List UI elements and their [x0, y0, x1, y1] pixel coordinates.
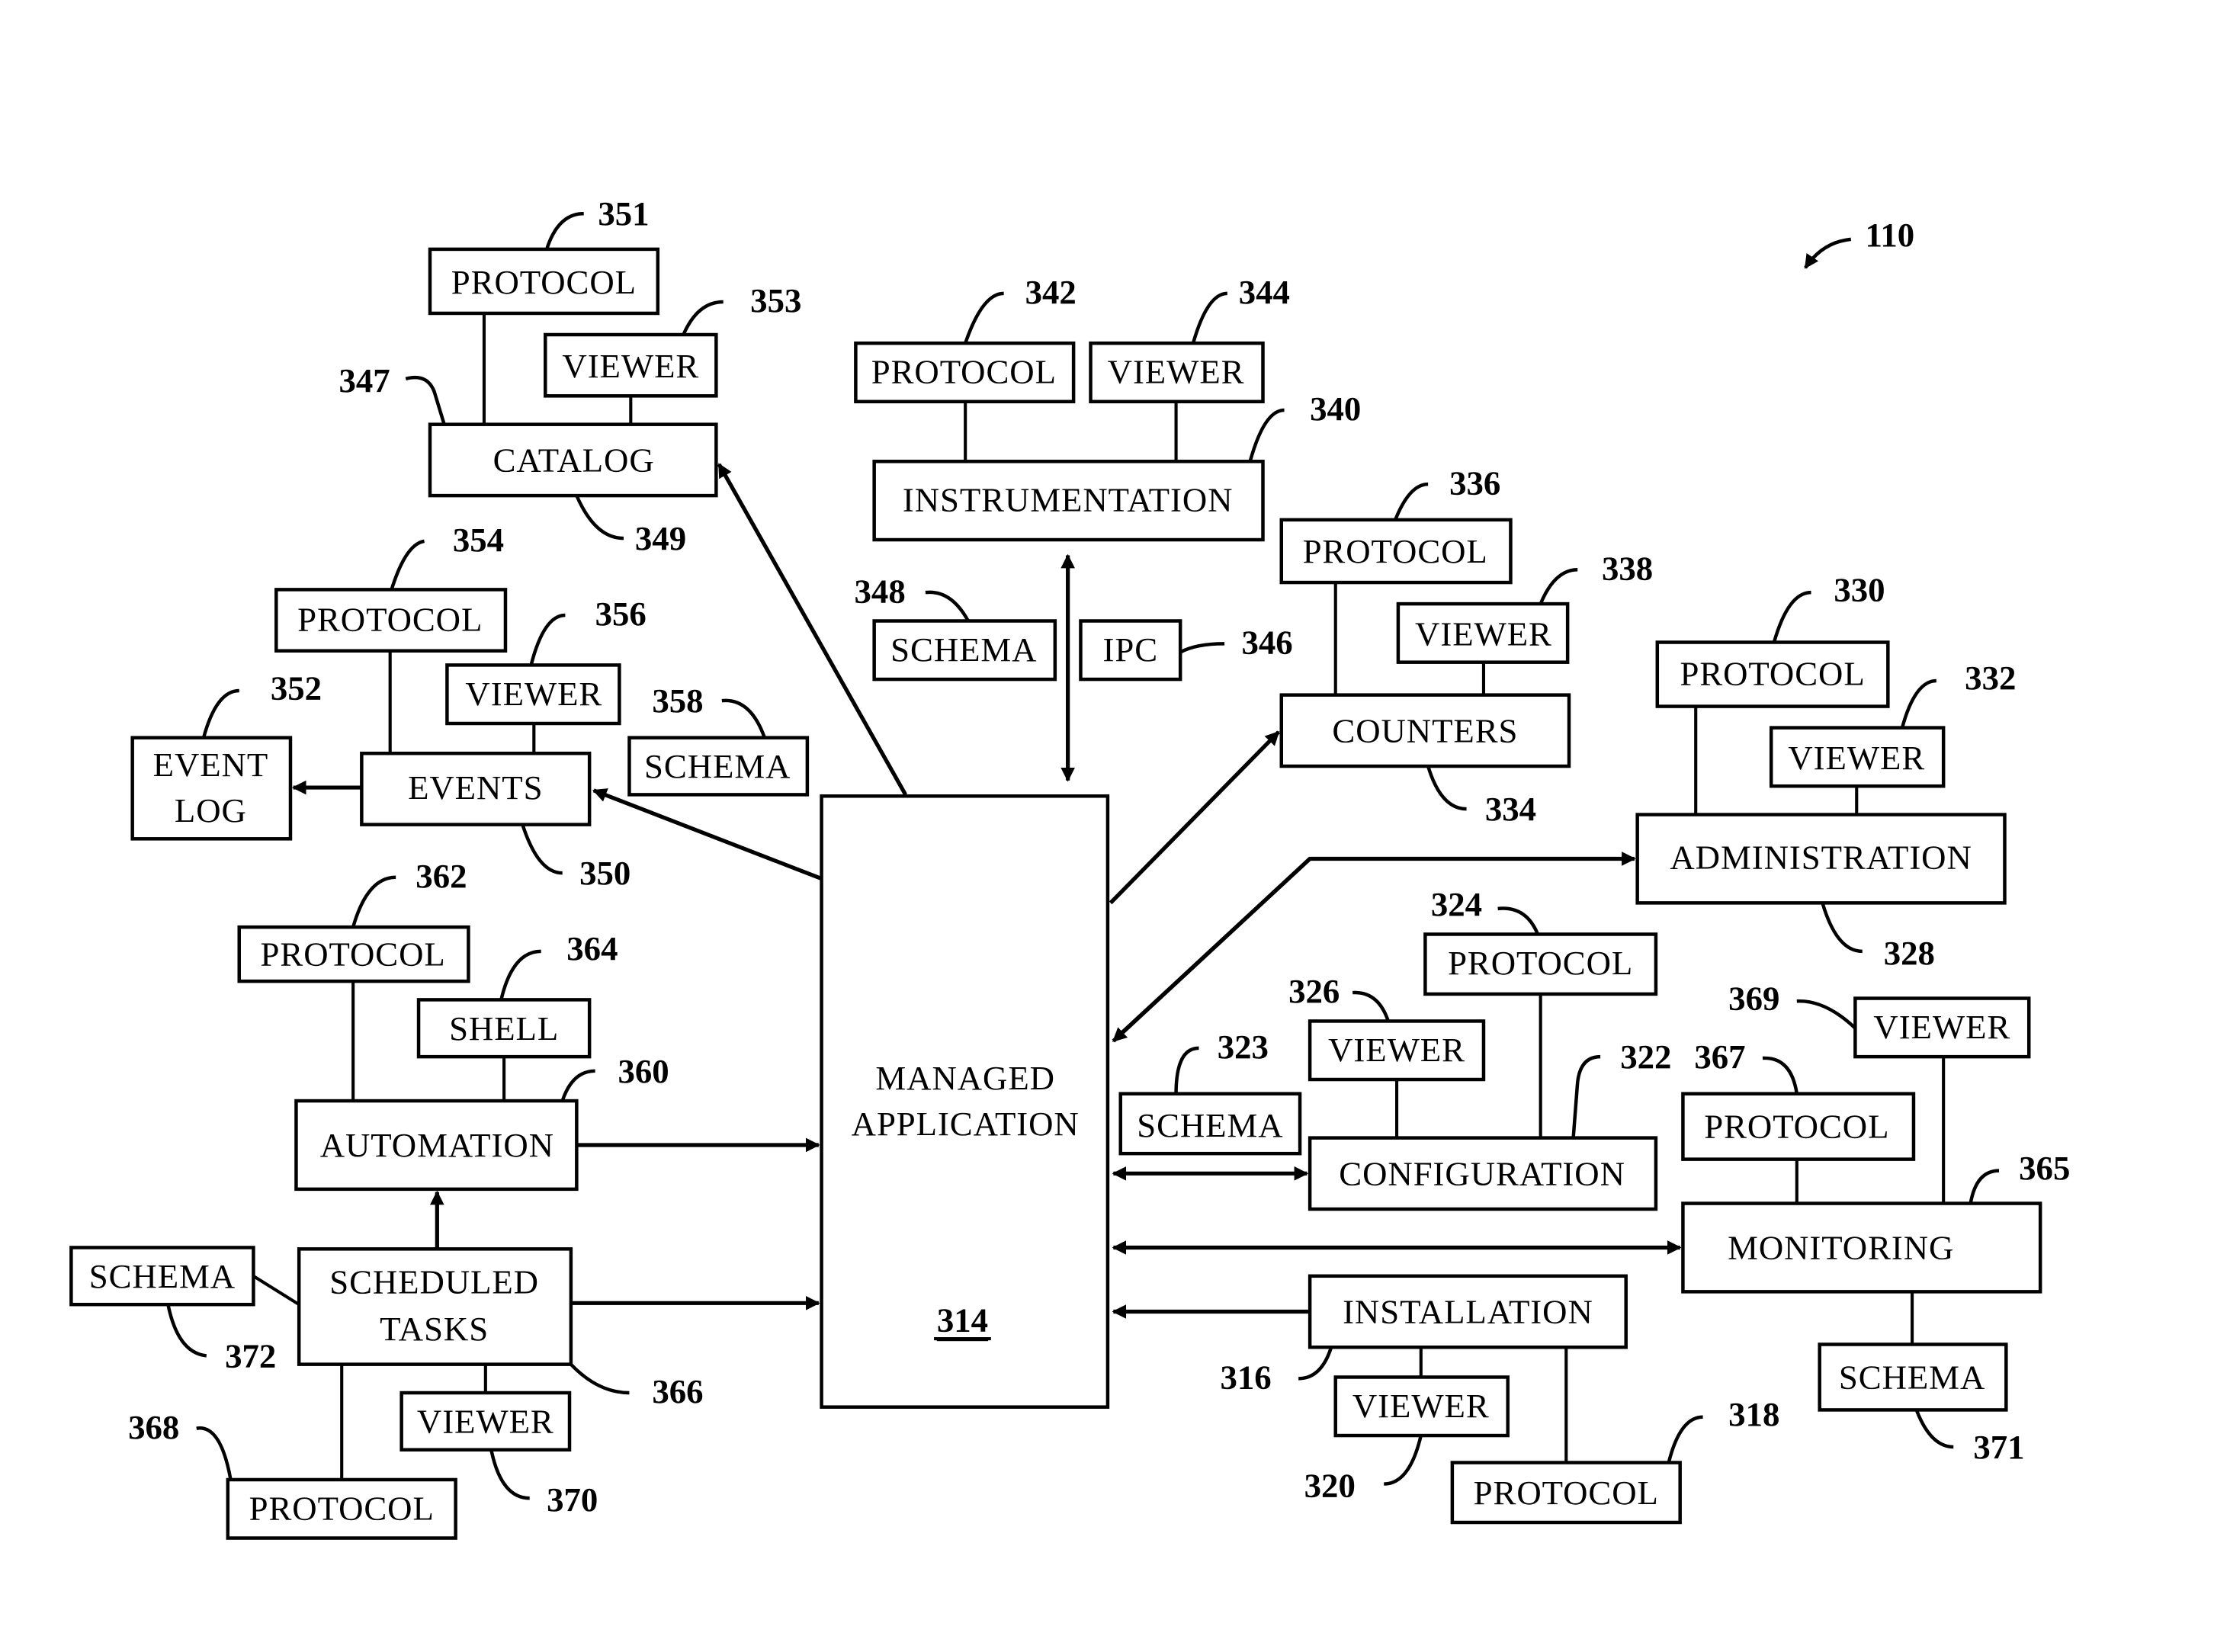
svg-text:SCHEMA: SCHEMA	[644, 747, 791, 785]
catalog-group: PROTOCOL VIEWER CATALOG 351 353 347 349	[339, 194, 801, 557]
svg-text:351: 351	[598, 194, 649, 233]
svg-text:PROTOCOL: PROTOCOL	[1704, 1108, 1889, 1146]
svg-text:338: 338	[1602, 549, 1653, 587]
svg-text:EVENT: EVENT	[153, 746, 268, 784]
svg-text:VIEWER: VIEWER	[1352, 1387, 1490, 1425]
svg-text:349: 349	[635, 519, 686, 557]
svg-text:353: 353	[750, 281, 801, 319]
svg-text:PROTOCOL: PROTOCOL	[1303, 532, 1488, 570]
svg-text:AUTOMATION: AUTOMATION	[320, 1126, 554, 1164]
svg-text:CATALOG: CATALOG	[493, 441, 655, 479]
svg-text:332: 332	[1965, 659, 2016, 697]
configuration-group: PROTOCOL VIEWER SCHEMA CONFIGURATION 324…	[1112, 885, 1671, 1211]
svg-text:PROTOCOL: PROTOCOL	[1474, 1474, 1659, 1512]
svg-text:318: 318	[1728, 1395, 1779, 1433]
svg-text:VIEWER: VIEWER	[465, 675, 602, 713]
svg-text:SHELL: SHELL	[449, 1009, 559, 1047]
svg-text:346: 346	[1241, 624, 1292, 662]
svg-text:SCHEDULED: SCHEDULED	[329, 1262, 539, 1301]
svg-text:362: 362	[416, 857, 467, 895]
svg-text:344: 344	[1239, 273, 1290, 311]
installation-group: INSTALLATION VIEWER PROTOCOL 316 320 318	[1112, 1274, 1779, 1525]
svg-text:PROTOCOL: PROTOCOL	[297, 601, 483, 639]
svg-text:TASKS: TASKS	[380, 1310, 489, 1348]
svg-text:320: 320	[1304, 1466, 1356, 1504]
managed-application-ref: 314	[937, 1301, 988, 1339]
svg-text:SCHEMA: SCHEMA	[890, 630, 1037, 669]
svg-text:INSTALLATION: INSTALLATION	[1343, 1293, 1593, 1331]
svg-text:VIEWER: VIEWER	[417, 1402, 554, 1440]
svg-text:328: 328	[1884, 934, 1935, 972]
svg-text:PROTOCOL: PROTOCOL	[249, 1489, 435, 1527]
svg-text:COUNTERS: COUNTERS	[1332, 711, 1518, 749]
svg-text:368: 368	[128, 1408, 179, 1446]
svg-text:INSTRUMENTATION: INSTRUMENTATION	[903, 481, 1234, 519]
svg-text:364: 364	[566, 929, 618, 967]
svg-text:MONITORING: MONITORING	[1728, 1228, 1954, 1266]
svg-text:369: 369	[1728, 980, 1779, 1018]
figure-reference: 110	[1804, 216, 1914, 269]
svg-text:LOG: LOG	[175, 791, 247, 829]
svg-text:365: 365	[2019, 1149, 2070, 1187]
svg-text:342: 342	[1025, 273, 1077, 311]
svg-text:316: 316	[1220, 1358, 1271, 1396]
svg-text:354: 354	[453, 521, 504, 559]
svg-text:110: 110	[1865, 216, 1914, 254]
svg-text:PROTOCOL: PROTOCOL	[1448, 944, 1633, 982]
svg-text:VIEWER: VIEWER	[1328, 1031, 1465, 1069]
svg-text:330: 330	[1834, 570, 1885, 608]
svg-text:366: 366	[652, 1372, 703, 1410]
svg-text:336: 336	[1449, 464, 1500, 502]
svg-text:VIEWER: VIEWER	[1108, 353, 1245, 391]
svg-text:360: 360	[618, 1052, 669, 1090]
events-group: PROTOCOL VIEWER SCHEMA EVENTS EVENT LOG …	[130, 521, 810, 892]
svg-text:PROTOCOL: PROTOCOL	[451, 263, 637, 301]
svg-text:EVENTS: EVENTS	[408, 768, 543, 807]
svg-text:358: 358	[652, 682, 703, 720]
svg-text:334: 334	[1485, 790, 1536, 828]
automation-group: PROTOCOL SHELL AUTOMATION 362 364 360	[237, 857, 669, 1192]
svg-text:371: 371	[1973, 1428, 2024, 1466]
svg-text:CONFIGURATION: CONFIGURATION	[1339, 1154, 1625, 1192]
svg-text:350: 350	[579, 854, 631, 892]
svg-text:SCHEMA: SCHEMA	[89, 1257, 236, 1295]
svg-text:VIEWER: VIEWER	[562, 347, 699, 385]
svg-text:326: 326	[1288, 972, 1340, 1010]
svg-text:ADMINISTRATION: ADMINISTRATION	[1670, 839, 1972, 877]
svg-text:APPLICATION: APPLICATION	[852, 1105, 1080, 1143]
svg-text:PROTOCOL: PROTOCOL	[871, 353, 1057, 391]
svg-text:VIEWER: VIEWER	[1415, 614, 1552, 653]
svg-text:322: 322	[1620, 1038, 1671, 1076]
svg-text:MANAGED: MANAGED	[875, 1059, 1055, 1097]
svg-text:340: 340	[1310, 390, 1361, 428]
svg-text:324: 324	[1431, 885, 1482, 923]
svg-text:SCHEMA: SCHEMA	[1137, 1106, 1283, 1144]
svg-text:352: 352	[271, 669, 322, 707]
svg-text:VIEWER: VIEWER	[1873, 1008, 2010, 1046]
svg-text:VIEWER: VIEWER	[1788, 739, 1925, 777]
svg-text:SCHEMA: SCHEMA	[1839, 1358, 1985, 1396]
svg-text:370: 370	[547, 1480, 598, 1519]
managed-application-block: MANAGED APPLICATION 314	[820, 794, 1110, 1409]
svg-text:347: 347	[339, 361, 390, 399]
svg-text:356: 356	[595, 595, 647, 633]
svg-text:367: 367	[1694, 1038, 1745, 1076]
svg-text:PROTOCOL: PROTOCOL	[261, 935, 446, 974]
svg-text:IPC: IPC	[1103, 630, 1159, 669]
svg-text:PROTOCOL: PROTOCOL	[1680, 655, 1865, 693]
svg-text:348: 348	[855, 572, 906, 610]
scheduled-tasks-group: SCHEMA SCHEDULED TASKS VIEWER PROTOCOL 3…	[69, 1190, 704, 1540]
system-block-diagram: 110 MANAGED APPLICATION 314 PROTOCOL VIE…	[69, 194, 2070, 1540]
svg-text:323: 323	[1218, 1028, 1269, 1066]
svg-text:372: 372	[225, 1336, 276, 1375]
